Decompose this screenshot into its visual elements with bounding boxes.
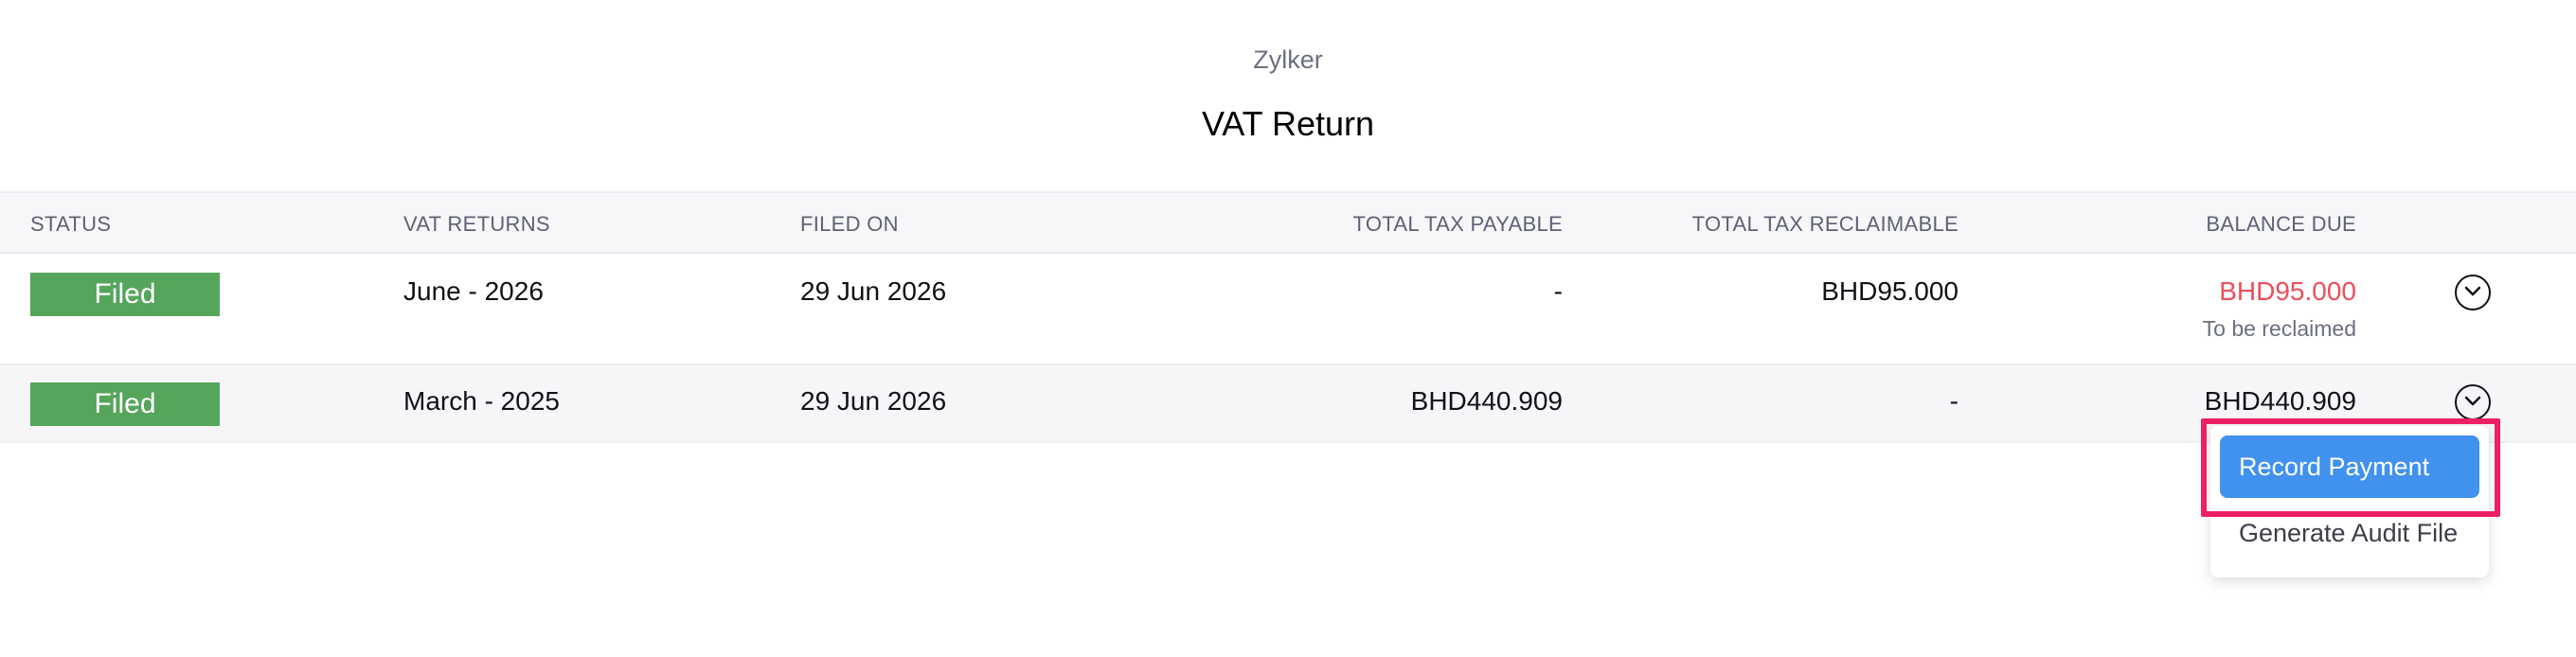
row-actions-chevron-icon[interactable] bbox=[2455, 384, 2491, 420]
balance-note: To be reclaimed bbox=[2202, 316, 2356, 341]
return-period[interactable]: March - 2025 bbox=[403, 386, 560, 417]
total-tax-reclaimable: - bbox=[1949, 386, 1959, 416]
total-tax-payable: - bbox=[1553, 276, 1563, 306]
vat-return-page: Zylker VAT Return STATUS VAT RETURNS FIL… bbox=[0, 0, 2576, 657]
status-badge: Filed bbox=[30, 273, 220, 316]
column-header-total-tax-payable[interactable]: TOTAL TAX PAYABLE bbox=[1279, 212, 1563, 237]
record-payment-button[interactable]: Record Payment bbox=[2220, 435, 2479, 498]
column-header-status[interactable]: STATUS bbox=[30, 212, 111, 237]
status-badge: Filed bbox=[30, 382, 220, 426]
table-row[interactable]: Filed March - 2025 29 Jun 2026 BHD440.90… bbox=[0, 365, 2576, 443]
row-actions-menu: Record Payment Generate Audit File bbox=[2210, 426, 2489, 577]
filed-on-date: 29 Jun 2026 bbox=[800, 276, 947, 306]
page-title: VAT Return bbox=[1201, 104, 1375, 143]
column-header-vat-returns[interactable]: VAT RETURNS bbox=[403, 212, 550, 237]
balance-due: BHD440.909 bbox=[2204, 386, 2356, 416]
column-header-balance-due[interactable]: BALANCE DUE bbox=[2074, 212, 2356, 237]
column-header-filed-on[interactable]: FILED ON bbox=[800, 212, 899, 237]
total-tax-payable: BHD440.909 bbox=[1410, 386, 1563, 416]
total-tax-reclaimable: BHD95.000 bbox=[1821, 276, 1959, 306]
return-period[interactable]: June - 2026 bbox=[403, 276, 544, 307]
balance-due: BHD95.000 bbox=[2219, 276, 2356, 306]
vat-returns-table: STATUS VAT RETURNS FILED ON TOTAL TAX PA… bbox=[0, 191, 2576, 443]
row-actions-chevron-icon[interactable] bbox=[2455, 275, 2491, 311]
table-row[interactable]: Filed June - 2026 29 Jun 2026 - BHD95.00… bbox=[0, 254, 2576, 365]
column-header-total-tax-reclaimable[interactable]: TOTAL TAX RECLAIMABLE bbox=[1610, 212, 1959, 237]
filed-on-date: 29 Jun 2026 bbox=[800, 386, 947, 416]
generate-audit-file-menu-item[interactable]: Generate Audit File bbox=[2239, 519, 2485, 548]
table-header: STATUS VAT RETURNS FILED ON TOTAL TAX PA… bbox=[0, 191, 2576, 254]
organization-name: Zylker bbox=[1253, 45, 1323, 74]
